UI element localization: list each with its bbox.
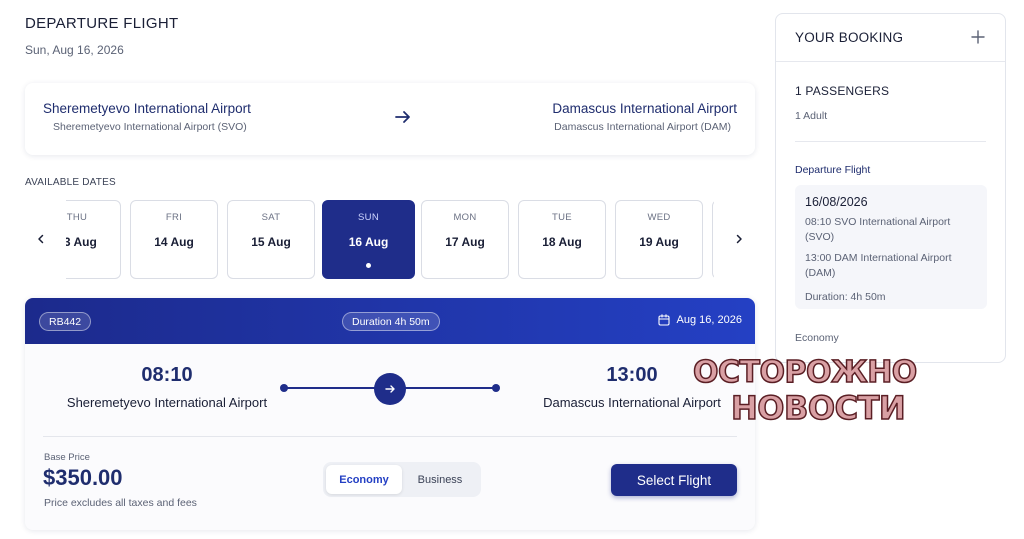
timeline-arrow-badge <box>374 373 406 405</box>
watermark-line-2: НОВОСТИ <box>730 388 906 428</box>
chevron-left-icon <box>38 234 44 244</box>
date-day: 18 Aug <box>542 235 582 249</box>
destination-airport-code: Damascus International Airport (DAM) <box>554 121 731 133</box>
flight-date-text: Aug 16, 2026 <box>676 314 742 326</box>
timeline-end-dot <box>492 384 500 392</box>
date-dow: WED <box>647 212 671 223</box>
booking-title: YOUR BOOKING <box>795 30 904 45</box>
booking-departure-details: 16/08/2026 08:10 SVO International Airpo… <box>795 185 987 309</box>
flight-card-header: RB442 Duration 4h 50m Aug 16, 2026 <box>25 298 755 344</box>
select-flight-button[interactable]: Select Flight <box>611 464 737 496</box>
passengers-count: 1 PASSENGERS <box>795 84 890 98</box>
class-economy-option[interactable]: Economy <box>326 465 402 494</box>
base-price-label: Base Price <box>44 452 90 463</box>
date-dow: SAT <box>261 212 281 223</box>
base-price: $350.00 <box>43 465 123 490</box>
watermark-logo: ОСТОРОЖНО НОВОСТИ <box>691 354 927 428</box>
booking-departure-line: 08:10 SVO International Airport (SVO) <box>805 216 951 243</box>
route-origin: Sheremetyevo International Airport Shere… <box>43 101 251 133</box>
available-dates-label: AVAILABLE DATES <box>25 177 116 188</box>
route-summary-card: Sheremetyevo International Airport Shere… <box>25 83 755 155</box>
date-day: 16 Aug <box>348 235 389 249</box>
flight-divider <box>43 436 737 437</box>
booking-class: Economy <box>795 332 839 344</box>
arrow-right-icon <box>395 111 410 123</box>
date-day: 17 Aug <box>445 235 485 249</box>
date-card-wed[interactable]: WED 19 Aug <box>615 200 703 279</box>
date-dow: TUE <box>552 212 572 223</box>
date-day: 14 Aug <box>154 235 194 249</box>
date-dow: THU <box>66 212 88 223</box>
departure-airport: Sheremetyevo International Airport <box>66 395 268 410</box>
flight-card-body: 08:10 Sheremetyevo International Airport… <box>25 344 755 530</box>
timeline-start-dot <box>280 384 288 392</box>
booking-duration: Duration: 4h 50m <box>805 291 886 303</box>
date-day: 19 Aug <box>639 235 679 249</box>
booking-arrival-line: 13:00 DAM International Airport (DAM) <box>805 252 952 279</box>
departure-time: 08:10 <box>141 364 193 386</box>
calendar-icon <box>657 314 670 326</box>
booking-departure-title: Departure Flight <box>795 164 871 176</box>
plus-icon[interactable] <box>971 30 985 44</box>
flight-code-badge: RB442 <box>39 312 92 331</box>
dates-viewport: THU 13 Aug FRI 14 Aug SAT 15 Aug SUN 16 … <box>66 200 714 280</box>
booking-divider <box>795 141 986 142</box>
cabin-class-toggle: Economy Business <box>323 462 481 497</box>
date-card-mon[interactable]: MON 17 Aug <box>421 200 509 279</box>
price-note: Price excludes all taxes and fees <box>44 497 197 509</box>
date-card-partial[interactable] <box>712 200 714 279</box>
next-dates-button[interactable] <box>729 228 749 250</box>
date-day: 15 Aug <box>251 235 291 249</box>
date-card-tue[interactable]: TUE 18 Aug <box>518 200 606 279</box>
flight-timeline <box>280 373 500 405</box>
date-day: 13 Aug <box>66 235 97 249</box>
selected-dot-indicator <box>366 263 371 268</box>
destination-airport-name: Damascus International Airport <box>552 101 737 116</box>
date-card-sun-selected[interactable]: SUN 16 Aug <box>322 200 415 279</box>
class-business-option[interactable]: Business <box>402 465 478 494</box>
flight-date: Aug 16, 2026 <box>657 314 742 326</box>
date-card-fri[interactable]: FRI 14 Aug <box>130 200 218 279</box>
date-card-thu[interactable]: THU 13 Aug <box>66 200 121 279</box>
booking-header: YOUR BOOKING <box>776 14 1005 62</box>
date-card-sat[interactable]: SAT 15 Aug <box>227 200 315 279</box>
booking-panel: YOUR BOOKING 1 PASSENGERS 1 Adult Depart… <box>775 13 1006 363</box>
date-dow: SUN <box>358 212 379 223</box>
route-destination: Damascus International Airport Damascus … <box>552 101 737 133</box>
booking-departure-date: 16/08/2026 <box>805 195 868 209</box>
passenger-detail: 1 Adult <box>795 110 828 122</box>
date-dow: MON <box>453 212 477 223</box>
departure-block: 08:10 Sheremetyevo International Airport <box>47 364 287 410</box>
date-carousel: THU 13 Aug FRI 14 Aug SAT 15 Aug SUN 16 … <box>25 200 755 280</box>
page-title: DEPARTURE FLIGHT <box>25 15 179 32</box>
prev-dates-button[interactable] <box>31 228 51 250</box>
flight-card: RB442 Duration 4h 50m Aug 16, 2026 08:10… <box>25 298 755 530</box>
chevron-right-icon <box>736 234 742 244</box>
duration-badge: Duration 4h 50m <box>342 312 440 331</box>
origin-airport-code: Sheremetyevo International Airport (SVO) <box>53 121 247 133</box>
origin-airport-name: Sheremetyevo International Airport <box>43 101 251 116</box>
watermark-line-1: ОСТОРОЖНО <box>692 354 918 391</box>
page-subtitle-date: Sun, Aug 16, 2026 <box>25 43 124 57</box>
arrow-right-icon <box>385 385 395 393</box>
date-dow: FRI <box>165 212 183 223</box>
